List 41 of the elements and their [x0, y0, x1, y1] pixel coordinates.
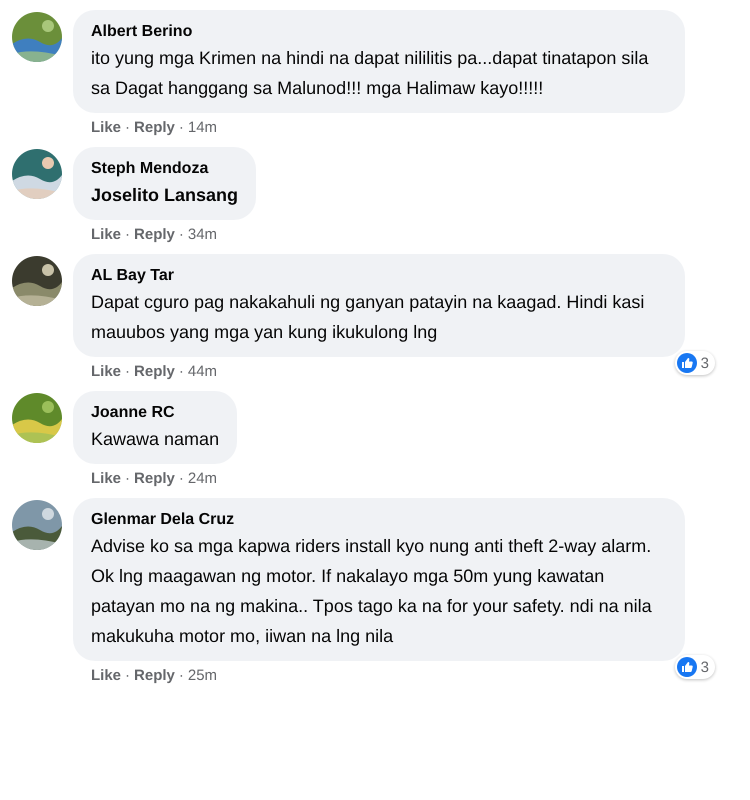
author-name[interactable]: Steph Mendoza [91, 158, 238, 180]
separator-dot: · [178, 667, 184, 685]
author-name[interactable]: Joanne RC [91, 402, 220, 424]
like-link[interactable]: Like [91, 470, 122, 488]
like-link[interactable]: Like [91, 226, 122, 244]
reaction-badge[interactable]: 3 [674, 351, 715, 375]
reaction-badge[interactable]: 3 [674, 655, 715, 679]
author-name[interactable]: Albert Berino [91, 21, 667, 43]
separator-dot: · [125, 119, 130, 137]
comment-time[interactable]: 14m [188, 119, 218, 137]
comment-time[interactable]: 44m [188, 363, 218, 381]
reply-link[interactable]: Reply [134, 363, 175, 381]
author-name[interactable]: Glenmar Dela Cruz [91, 509, 667, 531]
thumbs-up-icon [676, 657, 697, 677]
reaction-count: 3 [700, 658, 709, 676]
reply-link[interactable]: Reply [134, 226, 175, 244]
separator-dot: · [125, 667, 130, 685]
like-link[interactable]: Like [91, 119, 122, 137]
reply-link[interactable]: Reply [134, 470, 175, 488]
like-link[interactable]: Like [91, 667, 122, 685]
author-name[interactable]: AL Bay Tar [91, 265, 667, 287]
like-link[interactable]: Like [91, 363, 122, 381]
separator-dot: · [125, 363, 130, 381]
comment-text: Dapat cguro pag nakakahuli ng ganyan patayin na kaagad. Hindi kasi mauubos yang mga yan kung ikukulong lng [91, 291, 646, 344]
separator-dot: · [125, 226, 130, 244]
comment-time[interactable]: 25m [188, 667, 218, 685]
separator-dot: · [178, 226, 184, 244]
comment-text: Advise ko sa mga kapwa riders install kyo nung anti theft 2-way alarm. Ok lng maagawan ng motor. If nakalayo mga 50m yung kawatan patayan mo na ng makina.. Tpos tago ka na for your safety. ndi na nila makukuha motor mo, iiwan na lng nila [91, 535, 653, 648]
thumbs-up-icon [676, 353, 697, 373]
reply-link[interactable]: Reply [134, 667, 175, 685]
mention-link[interactable]: Joselito Lansang [91, 180, 238, 210]
reply-link[interactable]: Reply [134, 119, 175, 137]
separator-dot: · [178, 119, 184, 137]
separator-dot: · [178, 470, 184, 488]
separator-dot: · [125, 470, 130, 488]
comment-text: ito yung mga Krimen na hindi na dapat nililitis pa...dapat tinatapon sila sa Dagat hanggang sa Malunod!!! mga Halimaw kayo!!!!! [91, 47, 650, 100]
separator-dot: · [178, 363, 184, 381]
comment-time[interactable]: 34m [188, 226, 218, 244]
reaction-count: 3 [700, 354, 709, 372]
comment-text: Kawawa naman [91, 428, 220, 451]
comment-time[interactable]: 24m [188, 470, 218, 488]
